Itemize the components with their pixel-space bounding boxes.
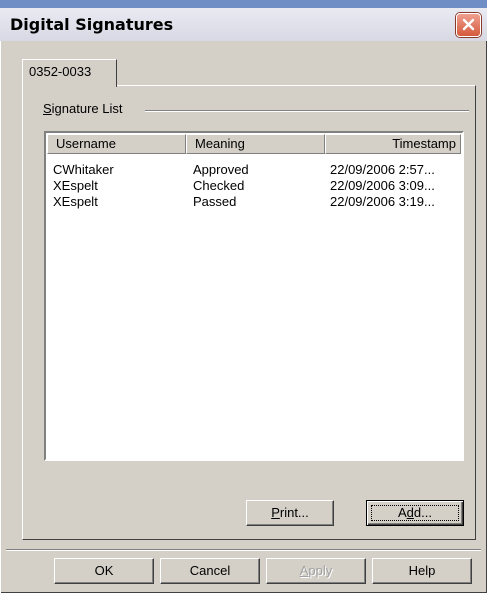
title-bar[interactable]: Digital Signatures [0,8,487,41]
table-row[interactable]: XEspelt Passed 22/09/2006 3:19... [46,194,462,210]
cell-meaning: Checked [193,178,245,193]
tab-0352-0033[interactable]: 0352-0033 [22,59,117,87]
ok-button[interactable]: OK [54,558,154,584]
cell-timestamp: 22/09/2006 3:09... [330,178,435,193]
add-button[interactable]: Add... [366,500,464,526]
button-bar-divider [6,549,481,551]
signature-list-group-label: Signature List [43,101,131,116]
table-row[interactable]: XEspelt Checked 22/09/2006 3:09... [46,178,462,194]
window-title: Digital Signatures [10,15,174,34]
list-rows: CWhitaker Approved 22/09/2006 2:57... XE… [46,162,462,210]
cell-meaning: Approved [193,162,249,177]
tab-label: 0352-0033 [29,64,92,79]
cell-username: CWhitaker [53,162,114,177]
signature-list[interactable]: Username Meaning Timestamp CWhitaker App… [44,131,464,461]
cell-meaning: Passed [193,194,237,209]
help-button[interactable]: Help [372,558,472,584]
close-icon [462,18,475,31]
table-row[interactable]: CWhitaker Approved 22/09/2006 2:57... [46,162,462,178]
print-button[interactable]: Print... [246,500,334,526]
column-header-meaning[interactable]: Meaning [186,134,325,154]
close-button[interactable] [456,13,481,37]
cell-timestamp: 22/09/2006 3:19... [330,194,435,209]
digital-signatures-dialog: Digital Signatures 0352-0033 Signature L… [0,8,487,593]
cell-username: XEspelt [53,178,98,193]
cell-timestamp: 22/09/2006 2:57... [330,162,435,177]
focus-rectangle [371,505,459,521]
apply-button[interactable]: Apply [266,558,366,584]
group-divider [145,110,469,112]
cancel-button[interactable]: Cancel [160,558,260,584]
cell-username: XEspelt [53,194,98,209]
column-header-timestamp[interactable]: Timestamp [325,134,461,154]
column-header-username[interactable]: Username [47,134,186,154]
list-header: Username Meaning Timestamp [47,134,461,154]
